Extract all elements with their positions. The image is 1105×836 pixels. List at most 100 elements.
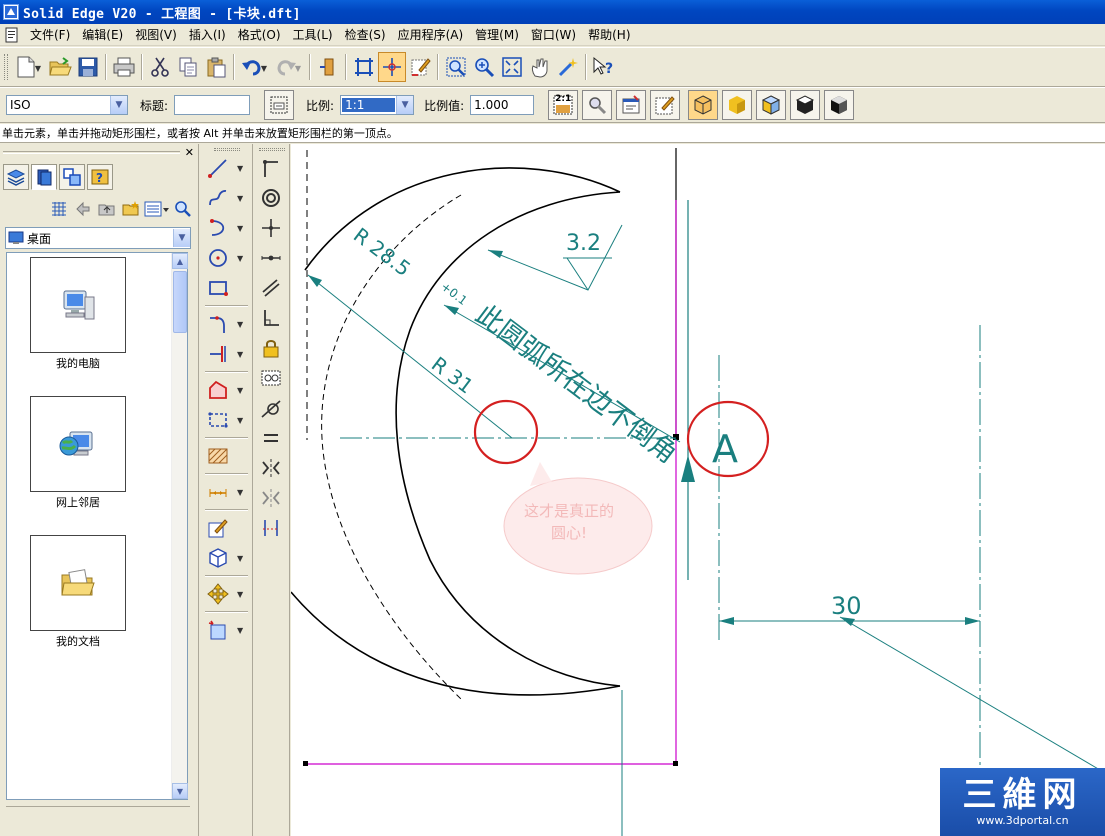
search-button[interactable] — [172, 198, 194, 220]
chevron-down-icon[interactable]: ▼ — [237, 350, 243, 359]
pan-button[interactable] — [526, 52, 554, 82]
fill-tool-button[interactable] — [201, 441, 247, 471]
chamfer-note-text[interactable]: 此圆弧所在边不倒角 — [470, 299, 683, 470]
chevron-down-icon[interactable]: ▼ — [237, 488, 243, 497]
paste-button[interactable] — [202, 52, 230, 82]
print-button[interactable] — [110, 52, 138, 82]
fit-button[interactable] — [498, 52, 526, 82]
menu-inspect[interactable]: 检查(S) — [339, 25, 392, 45]
lock-relation-button[interactable] — [254, 333, 288, 363]
menu-format[interactable]: 格式(O) — [232, 25, 287, 45]
list-item[interactable]: 我的文档 — [30, 535, 126, 649]
dim-tolerance-text[interactable]: +0.1 — [438, 279, 470, 308]
location-select[interactable]: 桌面 ▼ — [5, 227, 191, 249]
move-tool-button[interactable]: ▼ — [201, 579, 247, 609]
scroll-down-icon[interactable]: ▼ — [172, 783, 188, 799]
tab-views[interactable] — [59, 164, 85, 190]
scroll-up-icon[interactable]: ▲ — [172, 253, 188, 269]
tangent-relation-button[interactable] — [254, 393, 288, 423]
close-icon[interactable]: ✕ — [185, 147, 194, 158]
chevron-down-icon[interactable]: ▼ — [110, 96, 127, 114]
menu-edit[interactable]: 编辑(E) — [76, 25, 129, 45]
undo-button[interactable]: ▼ — [238, 52, 267, 82]
rigid-set-button[interactable] — [254, 363, 288, 393]
tab-library[interactable] — [31, 164, 57, 190]
symmetric-relation-button[interactable] — [254, 453, 288, 483]
list-item[interactable]: 我的电脑 — [30, 257, 126, 371]
menu-help[interactable]: 帮助(H) — [582, 25, 636, 45]
surface-finish-value[interactable]: 3.2 — [566, 231, 601, 256]
tab-help[interactable]: ? — [87, 164, 113, 190]
shading-visible-button[interactable] — [688, 90, 719, 120]
parallel-relation-button[interactable] — [254, 273, 288, 303]
list-item[interactable]: 网上邻居 — [30, 396, 126, 510]
insert-object-button[interactable]: ▼ — [201, 615, 247, 645]
chevron-down-icon[interactable]: ▼ — [237, 554, 243, 563]
toolbar-grip[interactable] — [213, 148, 240, 151]
connect-relation-button[interactable] — [254, 153, 288, 183]
redo-button[interactable]: ▼ — [272, 52, 301, 82]
scale-number-input[interactable]: 1.000 — [470, 95, 535, 115]
menu-tools[interactable]: 工具(L) — [287, 25, 339, 45]
chevron-down-icon[interactable]: ▼ — [237, 626, 243, 635]
new-button[interactable]: ▼ — [12, 52, 41, 82]
chevron-down-icon[interactable]: ▼ — [237, 416, 243, 425]
toolbar-grip[interactable] — [258, 148, 285, 151]
concentric-relation-button[interactable] — [254, 183, 288, 213]
equal-relation-button[interactable] — [254, 423, 288, 453]
back-button[interactable] — [72, 198, 94, 220]
circle-tool-button[interactable]: ▼ — [201, 243, 247, 273]
cut-button[interactable] — [146, 52, 174, 82]
shading-yellow-button[interactable] — [722, 90, 753, 120]
zoom-area-button[interactable] — [442, 52, 470, 82]
up-folder-button[interactable] — [96, 198, 118, 220]
save-button[interactable] — [74, 52, 102, 82]
region-tool-button[interactable]: ▼ — [201, 375, 247, 405]
chevron-down-icon[interactable]: ▼ — [237, 164, 243, 173]
crosshair-button[interactable] — [378, 52, 406, 82]
fillet-tool-button[interactable]: ▼ — [201, 309, 247, 339]
edit-view-button[interactable] — [650, 90, 681, 120]
chevron-down-icon[interactable]: ▼ — [295, 64, 301, 73]
menu-file[interactable]: 文件(F) — [24, 25, 76, 45]
view-menu-button[interactable] — [144, 198, 170, 220]
chevron-down-icon[interactable]: ▼ — [237, 194, 243, 203]
annotation-tool-button[interactable] — [201, 513, 247, 543]
section-button[interactable] — [314, 52, 342, 82]
title-input[interactable] — [174, 95, 251, 115]
dimension-tool-button[interactable]: ▼ — [201, 477, 247, 507]
collinear-relation-button[interactable] — [254, 513, 288, 543]
title-select-button[interactable] — [264, 90, 295, 120]
panel-grip[interactable] — [3, 151, 180, 154]
edit-drawing-button[interactable] — [406, 52, 434, 82]
chevron-down-icon[interactable]: ▼ — [237, 590, 243, 599]
copy-button[interactable] — [174, 52, 202, 82]
arc-tool-button[interactable]: ▼ — [201, 213, 247, 243]
zoom-button[interactable] — [470, 52, 498, 82]
dim-r31-text[interactable]: R 31 — [427, 352, 478, 399]
new-folder-button[interactable] — [120, 198, 142, 220]
chevron-down-icon[interactable]: ▼ — [35, 64, 41, 73]
rectangle-tool-button[interactable] — [201, 273, 247, 303]
shading-blue-button[interactable] — [756, 90, 787, 120]
line-tool-button[interactable]: ▼ — [201, 153, 247, 183]
perpendicular-relation-button[interactable] — [254, 303, 288, 333]
open-button[interactable] — [46, 52, 74, 82]
chevron-down-icon[interactable]: ▼ — [237, 224, 243, 233]
shading-dark-button[interactable] — [790, 90, 821, 120]
chevron-down-icon[interactable]: ▼ — [237, 320, 243, 329]
chevron-down-icon[interactable]: ▼ — [396, 96, 414, 114]
view-wizard-button[interactable]: ▼ — [201, 543, 247, 573]
curve-tool-button[interactable]: ▼ — [201, 183, 247, 213]
dim-r28-text[interactable]: R 28.5 — [349, 223, 415, 281]
chevron-down-icon[interactable]: ▼ — [261, 64, 267, 73]
chevron-down-icon[interactable]: ▼ — [237, 386, 243, 395]
shading-black-button[interactable] — [824, 90, 855, 120]
drawing-sheet[interactable]: R 28.5 +0.1 R 31 3.2 此圆弧所在边不倒角 A 30 — [291, 144, 1105, 836]
chevron-down-icon[interactable]: ▼ — [237, 254, 243, 263]
drawing-canvas[interactable]: R 28.5 +0.1 R 31 3.2 此圆弧所在边不倒角 A 30 这才是真… — [291, 144, 1105, 836]
inspect-view-button[interactable] — [582, 90, 613, 120]
toolbar-grip[interactable] — [4, 54, 8, 80]
menu-view[interactable]: 视图(V) — [129, 25, 183, 45]
sheet-corner-handle[interactable] — [673, 761, 678, 766]
